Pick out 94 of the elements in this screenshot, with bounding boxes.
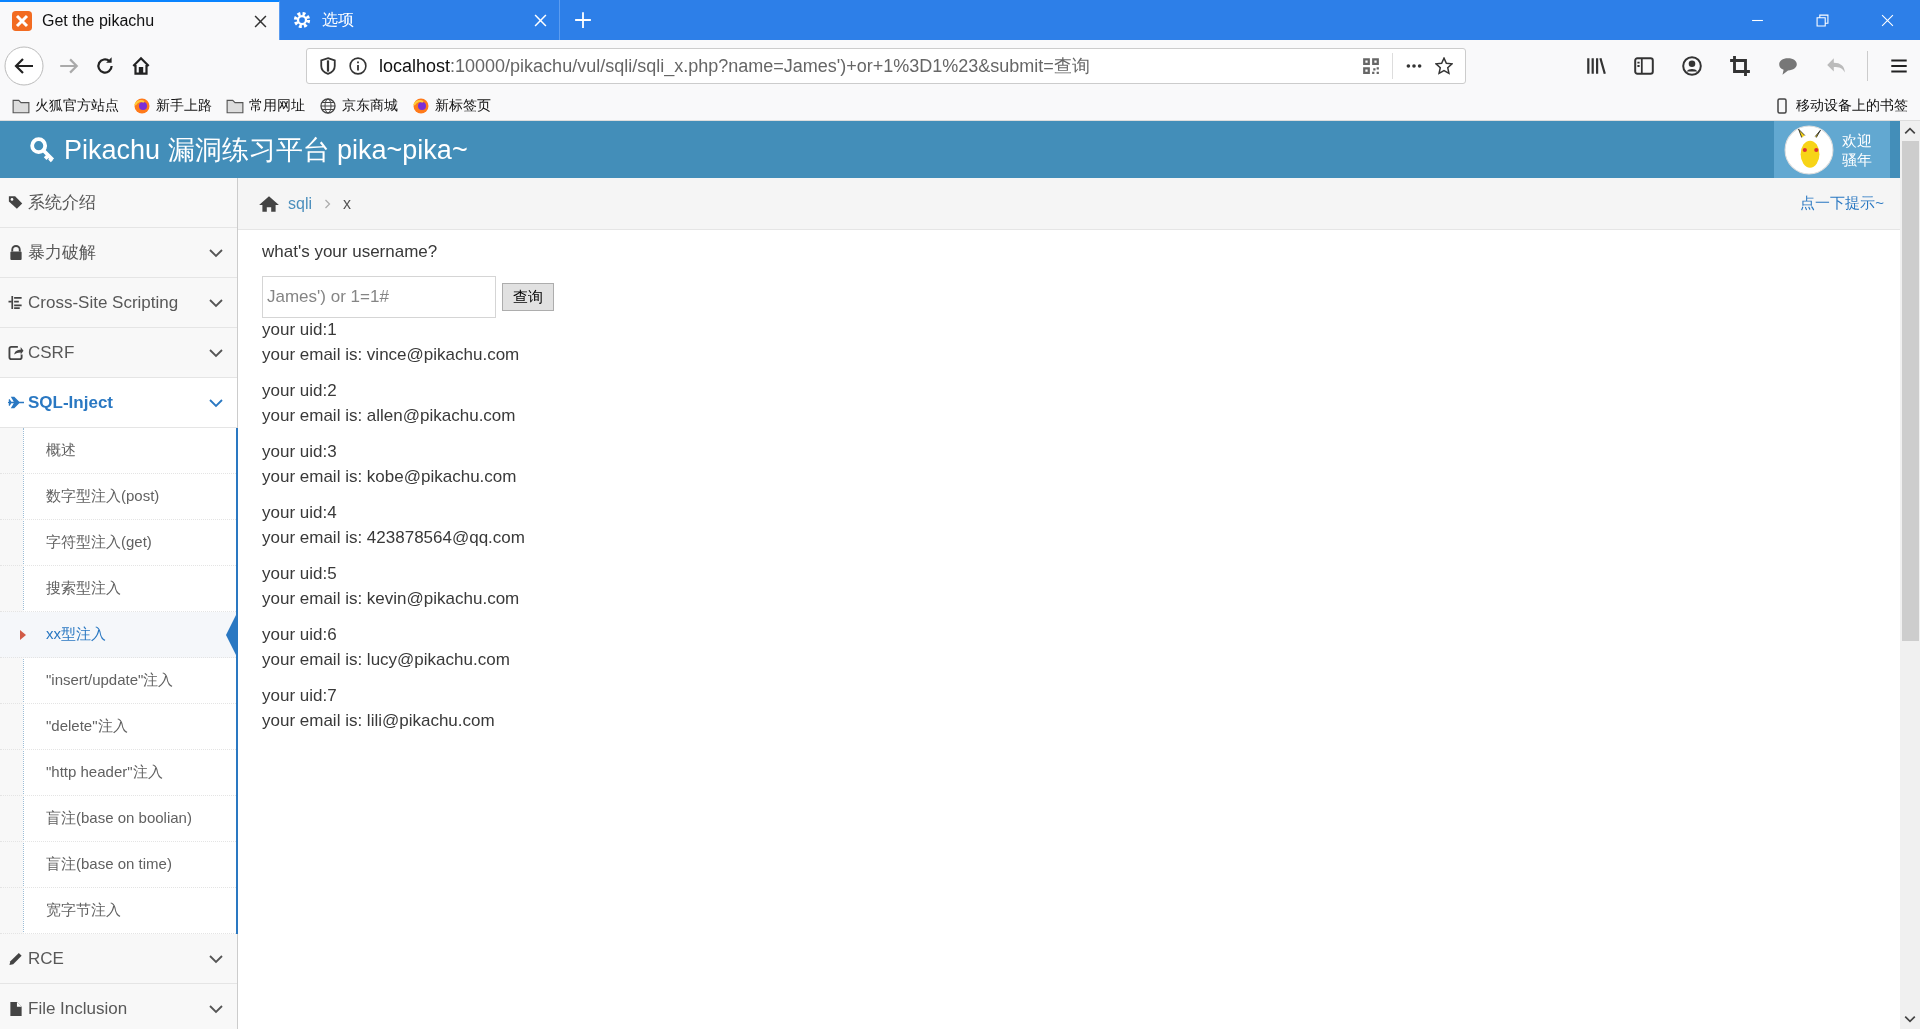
address-bar[interactable]: localhost:10000/pikachu/vul/sqli/sqli_x.php?name=James')+or+1%3D1%23&submit=查询	[306, 48, 1466, 84]
tab-title: Get the pikachu	[42, 12, 156, 30]
email-text: your email is: 423878564@qq.com	[262, 526, 526, 549]
pencil-icon	[8, 951, 24, 966]
submenu-item[interactable]: 盲注(base on boolian)	[0, 796, 236, 842]
reload-icon[interactable]	[94, 55, 116, 77]
star-icon[interactable]	[1435, 57, 1453, 75]
submenu-item[interactable]: 数字型注入(post)	[0, 474, 236, 520]
uid-text: your uid:7	[262, 685, 338, 707]
email-text: your email is: lucy@pikachu.com	[262, 648, 511, 671]
chevron-down-icon	[209, 297, 223, 308]
query-button[interactable]: 查询	[502, 283, 554, 311]
mobile-bookmarks-link[interactable]: 移动设备上的书签	[1773, 97, 1908, 115]
bookmark-link[interactable]: 火狐官方站点	[12, 97, 119, 115]
chevron-right-icon	[324, 198, 331, 209]
hint-link[interactable]: 点一下提示~	[1800, 194, 1884, 213]
uid-text: your uid:3	[262, 441, 338, 463]
new-tab-icon[interactable]	[574, 11, 592, 29]
sidebar-label: File Inclusion	[28, 998, 129, 1019]
folder-icon	[12, 98, 30, 114]
fox-globe-icon	[133, 98, 151, 114]
submenu-item[interactable]: "delete"注入	[0, 704, 236, 750]
sidebar-label: Cross-Site Scripting	[28, 292, 180, 313]
submenu-item[interactable]: 概述	[0, 428, 236, 474]
avatar-icon	[1784, 124, 1834, 175]
chevron-down-icon	[209, 347, 223, 358]
tag-icon	[8, 195, 24, 210]
sidebar-label: RCE	[28, 948, 65, 969]
scroll-up-icon[interactable]	[1904, 127, 1916, 135]
library-icon[interactable]	[1585, 55, 1607, 77]
folder-icon	[226, 98, 244, 114]
share-icon	[8, 345, 24, 360]
chat-bubble-icon[interactable]	[1777, 55, 1799, 77]
triangle-right-icon	[20, 629, 26, 640]
scrollbar[interactable]	[1900, 121, 1920, 1029]
key-icon	[30, 136, 56, 163]
info-icon	[349, 57, 367, 75]
sidebar-label: 系统介绍	[28, 192, 97, 214]
bookmark-link[interactable]: 常用网址	[226, 97, 305, 115]
uid-text: your uid:2	[262, 380, 338, 402]
username-field[interactable]: James') or 1=1#	[262, 276, 496, 318]
form-prompt: what's your username?	[262, 242, 439, 262]
account-icon[interactable]	[1681, 55, 1703, 77]
tab-title: 选项	[322, 9, 355, 30]
submenu-item[interactable]: xx型注入	[0, 612, 236, 658]
submenu-item[interactable]: "http header"注入	[0, 750, 236, 796]
lock-icon	[8, 245, 24, 260]
submenu-item[interactable]: 盲注(base on time)	[0, 842, 236, 888]
bookmark-link[interactable]: 京东商城	[319, 97, 398, 115]
sidebar-label: SQL-Inject	[28, 392, 114, 413]
list-icon	[8, 295, 24, 310]
qr-code-icon[interactable]	[1362, 57, 1380, 75]
settings-icon	[292, 10, 312, 30]
uid-text: your uid:1	[262, 319, 338, 341]
sidebar-label: 暴力破解	[28, 242, 97, 264]
site-title: Pikachu 漏洞练习平台 pika~pika~	[64, 133, 468, 167]
sidebar-label: CSRF	[28, 342, 76, 363]
app-logo-icon	[12, 11, 32, 31]
greeting-text: 欢迎	[1842, 130, 1872, 150]
bookmark-link[interactable]: 新标签页	[412, 97, 491, 115]
chevron-down-icon	[209, 247, 223, 258]
email-text: your email is: vince@pikachu.com	[262, 343, 521, 366]
restore-icon[interactable]	[1816, 13, 1829, 27]
shield-icon	[319, 57, 337, 75]
globe-icon	[319, 98, 337, 114]
uid-text: your uid:6	[262, 624, 338, 646]
chevron-down-icon	[209, 953, 223, 964]
email-text: your email is: allen@pikachu.com	[262, 404, 517, 427]
crop-icon[interactable]	[1729, 55, 1751, 77]
close-icon[interactable]	[254, 14, 267, 28]
email-text: your email is: lili@pikachu.com	[262, 709, 496, 732]
sidebar-item[interactable]: SQL-Inject	[0, 378, 237, 428]
chevron-down-icon	[209, 397, 223, 408]
greeting-text: 骚年	[1842, 149, 1872, 169]
email-text: your email is: kobe@pikachu.com	[262, 465, 518, 488]
browser-tab[interactable]: Get the pikachu	[0, 0, 280, 40]
breadcrumb-current: x	[343, 194, 351, 213]
bookmark-link[interactable]: 新手上路	[133, 97, 212, 115]
sidebar-icon[interactable]	[1633, 55, 1655, 77]
scrollbar-thumb[interactable]	[1901, 141, 1919, 641]
submenu-item[interactable]: 字符型注入(get)	[0, 520, 236, 566]
url-text: localhost:10000/pikachu/vul/sqli/sqli_x.php?name=James')+or+1%3D1%23&submit=查询	[379, 55, 1091, 78]
fox-globe-icon	[412, 98, 430, 114]
home-icon[interactable]	[130, 55, 152, 77]
uid-text: your uid:5	[262, 563, 338, 585]
home-icon[interactable]	[258, 194, 280, 213]
email-text: your email is: kevin@pikachu.com	[262, 587, 521, 610]
submenu-item[interactable]: "insert/update"注入	[0, 658, 236, 704]
uid-text: your uid:4	[262, 502, 338, 524]
plane-icon	[8, 395, 24, 410]
scroll-down-icon[interactable]	[1904, 1015, 1916, 1023]
back-icon[interactable]	[4, 46, 44, 86]
chevron-down-icon	[209, 1003, 223, 1014]
file-icon	[8, 1001, 24, 1016]
